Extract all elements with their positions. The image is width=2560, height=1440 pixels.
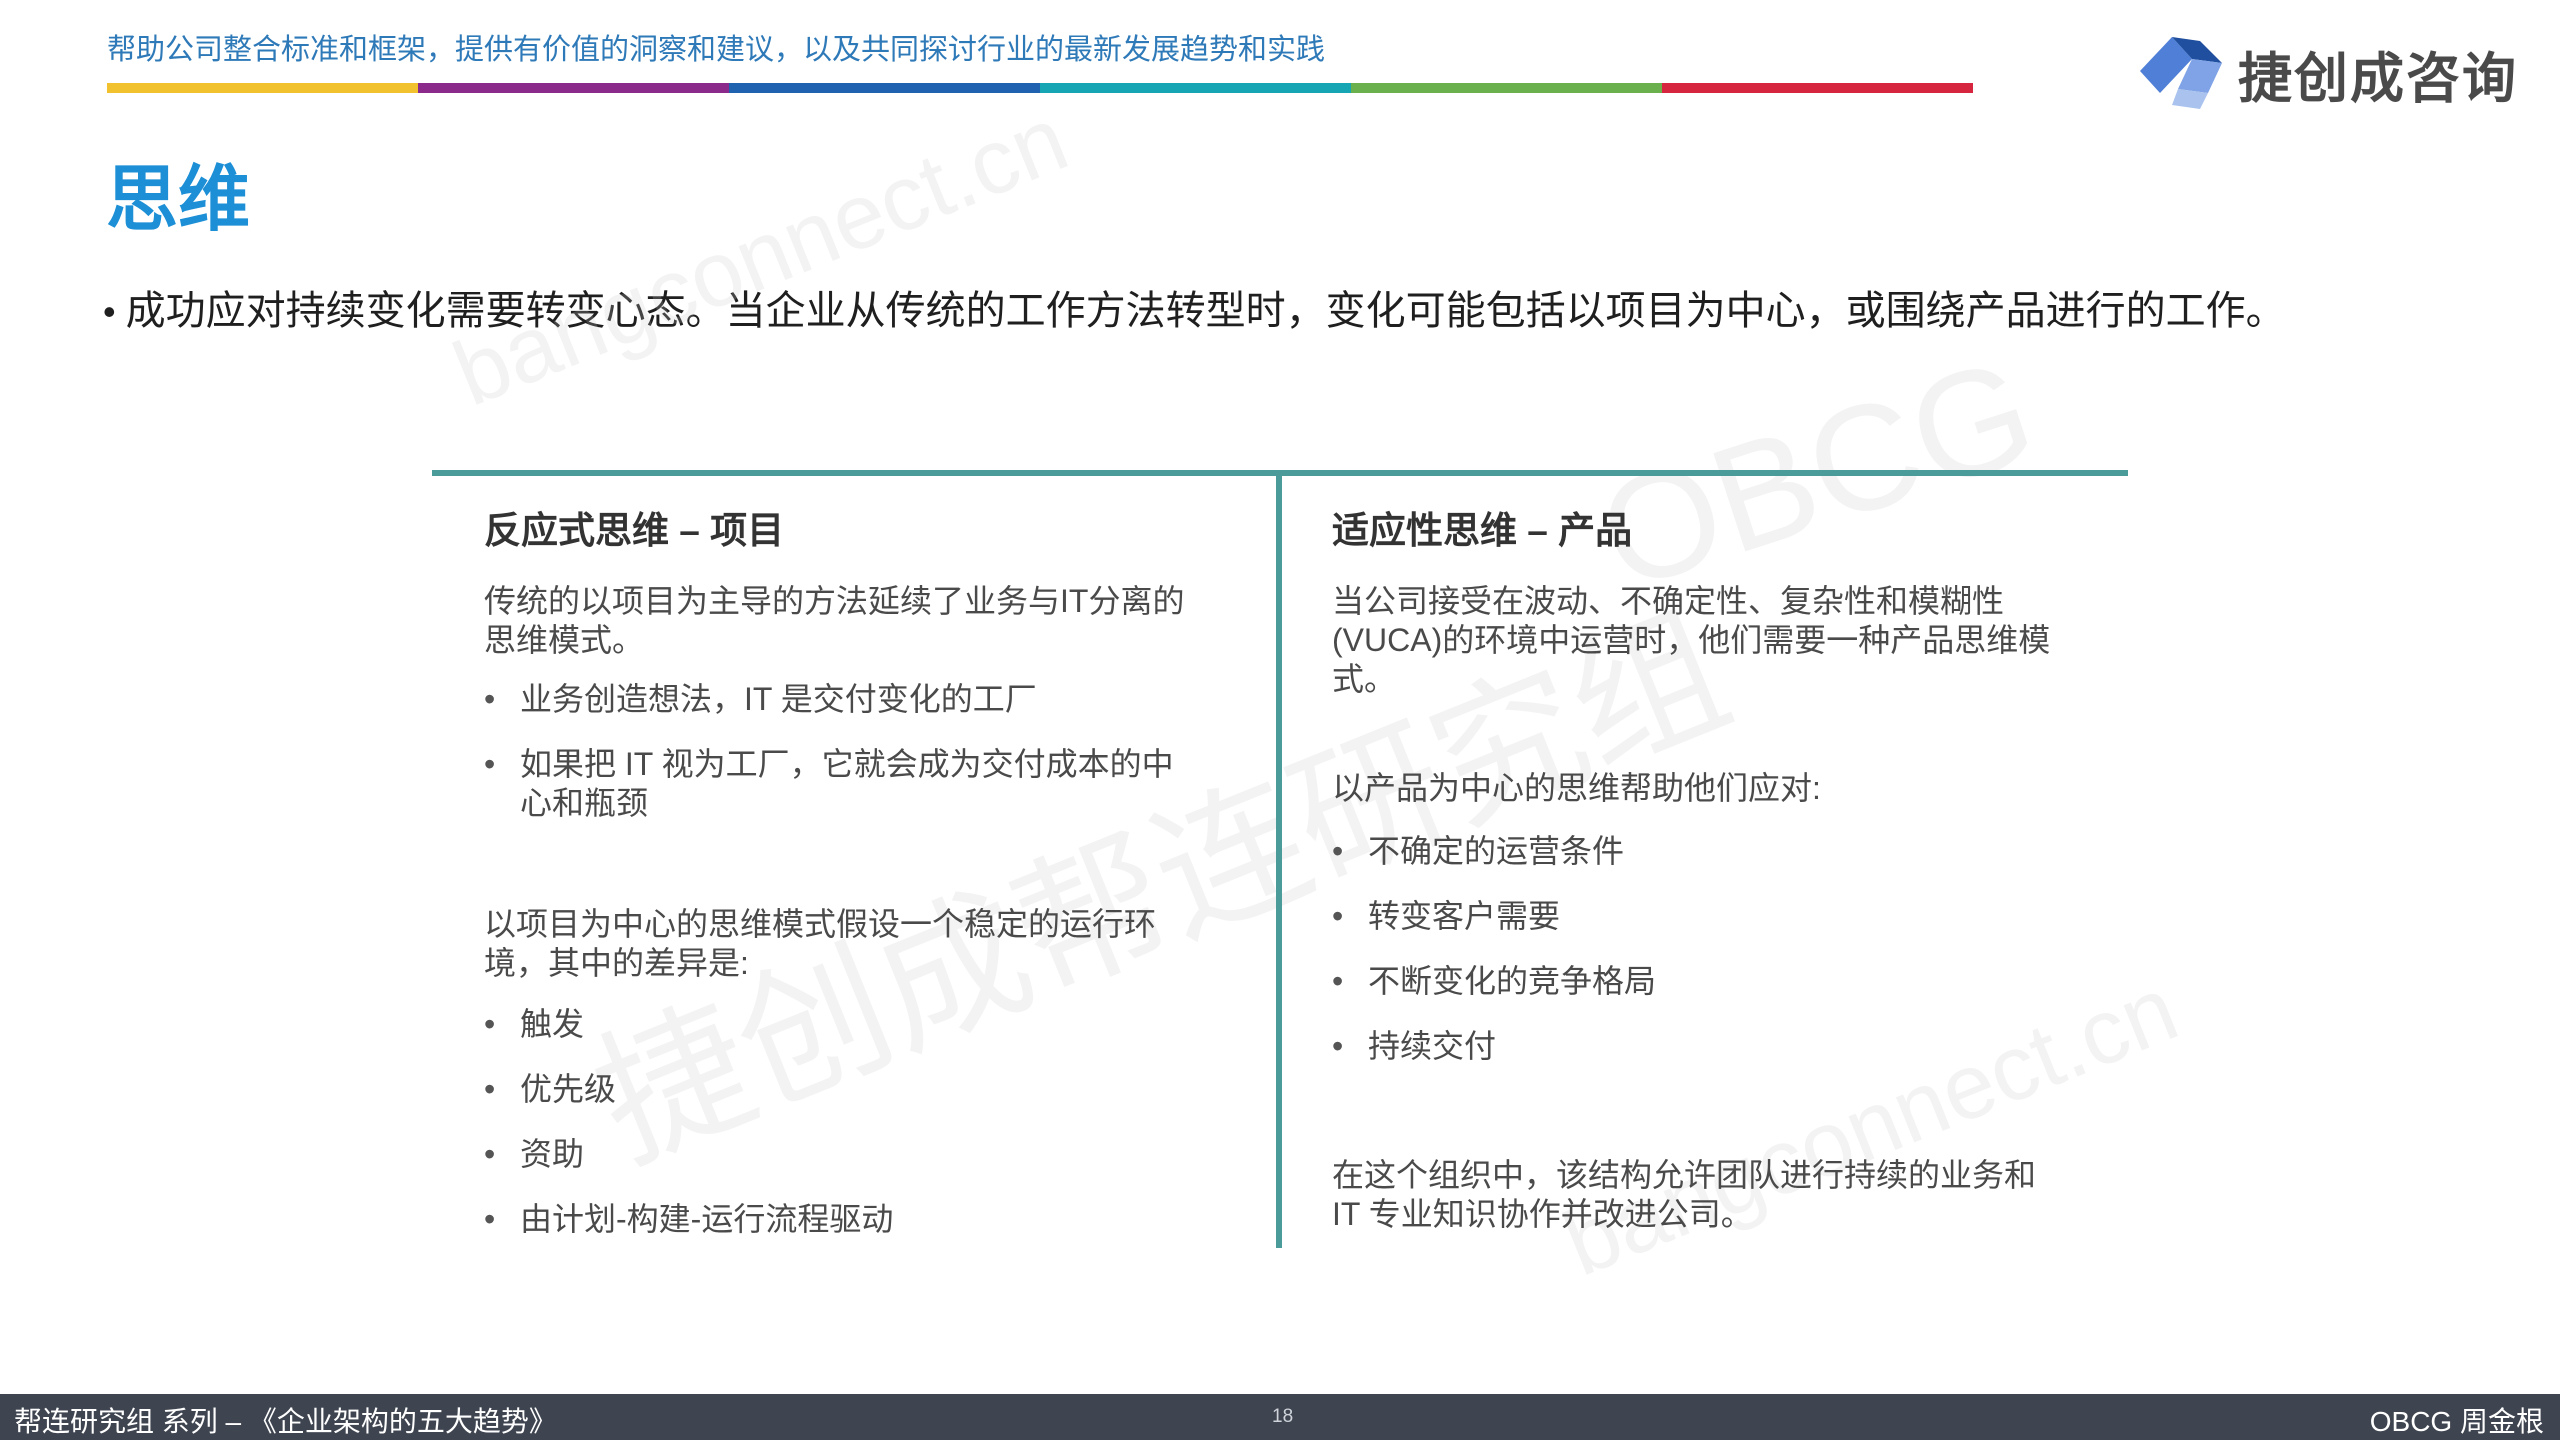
bullet-dot: • [103,291,116,332]
color-bar-segment-blue [729,83,1040,93]
color-bar-segment-yellow [107,83,418,93]
footer-author: OBCG 周金根 [2369,1406,2544,1437]
column-vertical-divider [1276,476,1282,1248]
page-number: 18 [1272,1406,1294,1427]
left-bullets-1: 业务创造想法，IT 是交付变化的工厂 如果把 IT 视为工厂，它就会成为交付成本… [484,680,1204,823]
right-bullets: 不确定的运营条件 转变客户需要 不断变化的竞争格局 持续交付 [1332,832,2052,1066]
list-item: 转变客户需要 [1332,897,2052,936]
list-item: 不确定的运营条件 [1332,832,2052,871]
list-item: 业务创造想法，IT 是交付变化的工厂 [484,680,1204,719]
list-item: 资助 [484,1135,1204,1174]
left-bullets-2: 触发 优先级 资助 由计划-构建-运行流程驱动 [484,1005,1204,1239]
company-logo: 捷创成咨询 [2136,30,2518,116]
left-column-title: 反应式思维 – 项目 [484,510,785,551]
left-column-project: 反应式思维 – 项目 传统的以项目为主导的方法延续了业务与IT分离的思维模式。 … [484,500,1204,1239]
slide-title: 思维 [106,160,251,240]
right-intro: 当公司接受在波动、不确定性、复杂性和模糊性(VUCA)的环境中运营时，他们需要一… [1332,583,2051,697]
footer-series-title: 帮连研究组 系列 – 《企业架构的五大趋势》 [14,1406,557,1437]
logo-text: 捷创成咨询 [2238,48,2518,109]
right-column-title: 适应性思维 – 产品 [1332,510,1633,551]
left-para-2: 以项目为中心的思维模式假设一个稳定的运行环境，其中的差异是: [484,906,1157,981]
right-para-2: 以产品为中心的思维帮助他们应对: [1332,770,1821,806]
list-item: 不断变化的竞争格局 [1332,962,2052,1001]
lead-statement: • 成功应对持续变化需要转变心态。当企业从传统的工作方法转型时，变化可能包括以项目… [103,278,2286,336]
color-bar-segment-green [1351,83,1662,93]
right-column-product: 适应性思维 – 产品 当公司接受在波动、不确定性、复杂性和模糊性(VUCA)的环… [1332,500,2052,1234]
header-tagline: 帮助公司整合标准和框架，提供有价值的洞察和建议，以及共同探讨行业的最新发展趋势和… [107,34,1326,66]
list-item: 持续交付 [1332,1027,2052,1066]
list-item: 优先级 [484,1070,1204,1109]
color-bar-segment-teal [1040,83,1351,93]
lead-text: 成功应对持续变化需要转变心态。当企业从传统的工作方法转型时，变化可能包括以项目为… [125,289,2286,333]
right-closing: 在这个组织中，该结构允许团队进行持续的业务和 IT 专业知识协作并改进公司。 [1332,1157,2037,1232]
cube-logo-icon [2140,37,2222,109]
list-item: 如果把 IT 视为工厂，它就会成为交付成本的中心和瓶颈 [484,745,1204,823]
header-color-bar [107,83,1973,93]
list-item: 由计划-构建-运行流程驱动 [484,1200,1204,1239]
color-bar-segment-purple [418,83,729,93]
left-intro: 传统的以项目为主导的方法延续了业务与IT分离的思维模式。 [484,583,1185,658]
watermark-url-top: bangconnect.cn [440,87,1081,426]
color-bar-segment-red [1662,83,1973,93]
footer-bar: 帮连研究组 系列 – 《企业架构的五大趋势》 18 OBCG 周金根 [0,1394,2560,1440]
list-item: 触发 [484,1005,1204,1044]
